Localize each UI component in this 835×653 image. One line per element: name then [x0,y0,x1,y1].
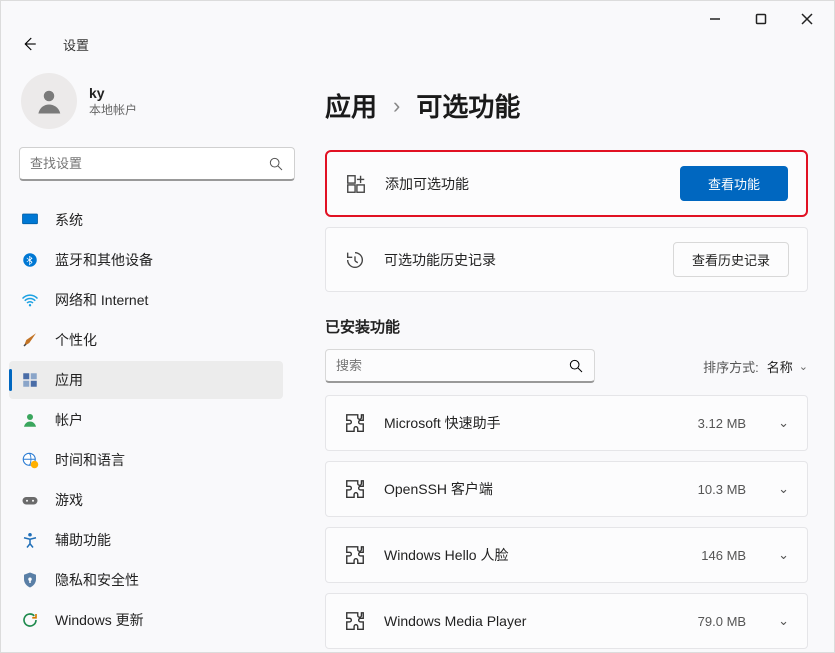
nav-label: 隐私和安全性 [55,570,139,590]
installed-search-input[interactable] [336,358,568,373]
back-button[interactable] [15,30,43,58]
feature-size: 10.3 MB [698,482,746,497]
history-card: 可选功能历史记录 查看历史记录 [325,227,808,292]
view-features-button[interactable]: 查看功能 [680,166,788,201]
feature-row[interactable]: Windows Media Player 79.0 MB ⌄ [325,593,808,649]
add-feature-card: 添加可选功能 查看功能 [325,150,808,217]
puzzle-icon [344,544,366,566]
nav-label: 蓝牙和其他设备 [55,250,153,270]
nav-network[interactable]: 网络和 Internet [9,281,283,319]
apps-icon [21,371,39,389]
search-icon [568,358,584,374]
puzzle-icon [344,610,366,632]
globe-clock-icon [21,451,39,469]
chevron-down-icon: ⌄ [799,360,808,373]
breadcrumb: 应用 › 可选功能 [325,87,808,124]
chevron-down-icon: ⌄ [778,547,789,563]
wifi-icon [21,291,39,309]
nav-label: 应用 [55,370,83,390]
gamepad-icon [21,491,39,509]
brush-icon [21,331,39,349]
nav-label: Windows 更新 [55,610,144,630]
puzzle-icon [344,412,366,434]
installed-section-title: 已安装功能 [325,316,808,337]
chevron-down-icon: ⌄ [778,415,789,431]
bluetooth-icon [21,251,39,269]
feature-row[interactable]: OpenSSH 客户端 10.3 MB ⌄ [325,461,808,517]
sidebar-search-input[interactable] [30,156,268,171]
nav-label: 辅助功能 [55,530,111,550]
header-bar: 设置 [1,31,834,59]
feature-size: 3.12 MB [698,416,746,431]
chevron-down-icon: ⌄ [778,613,789,629]
feature-row[interactable]: Windows Hello 人脸 146 MB ⌄ [325,527,808,583]
history-icon [344,249,366,271]
feature-name: OpenSSH 客户端 [384,479,680,499]
nav-apps[interactable]: 应用 [9,361,283,399]
nav-accessibility[interactable]: 辅助功能 [9,521,283,559]
display-icon [21,211,39,229]
nav-label: 游戏 [55,490,83,510]
nav-system[interactable]: 系统 [9,201,283,239]
history-label: 可选功能历史记录 [384,250,655,270]
view-history-button[interactable]: 查看历史记录 [673,242,789,277]
feature-name: Windows Hello 人脸 [384,545,683,565]
shield-icon [21,571,39,589]
sidebar-search[interactable] [19,147,295,181]
nav-windows-update[interactable]: Windows 更新 [9,601,283,639]
sort-label: 排序方式: [703,357,759,376]
breadcrumb-part1[interactable]: 应用 [325,87,377,124]
installed-search[interactable] [325,349,595,383]
puzzle-icon [344,478,366,500]
sidebar: ky 本地帐户 系统 蓝牙和其他设备 网络和 In [1,59,301,652]
search-icon [268,156,284,172]
profile-name: ky [89,85,137,101]
feature-size: 79.0 MB [698,614,746,629]
chevron-right-icon: › [393,93,400,119]
breadcrumb-part2: 可选功能 [416,87,520,124]
feature-name: Windows Media Player [384,613,680,629]
nav-label: 时间和语言 [55,450,125,470]
add-feature-icon [345,173,367,195]
nav-accounts[interactable]: 帐户 [9,401,283,439]
profile-block[interactable]: ky 本地帐户 [19,67,295,147]
avatar [21,73,77,129]
nav-bluetooth[interactable]: 蓝牙和其他设备 [9,241,283,279]
sort-control[interactable]: 排序方式: 名称 ⌄ [703,357,808,376]
installed-filterbar: 排序方式: 名称 ⌄ [325,349,808,383]
nav-gaming[interactable]: 游戏 [9,481,283,519]
chevron-down-icon: ⌄ [778,481,789,497]
profile-account-type: 本地帐户 [89,101,137,118]
person-icon [21,411,39,429]
feature-size: 146 MB [701,548,746,563]
main-panel: 应用 › 可选功能 添加可选功能 查看功能 可选功能历 [301,59,834,652]
sort-value: 名称 [767,357,793,376]
nav-personalization[interactable]: 个性化 [9,321,283,359]
nav-privacy[interactable]: 隐私和安全性 [9,561,283,599]
nav-list: 系统 蓝牙和其他设备 网络和 Internet 个性化 应用 [9,201,295,639]
accessibility-icon [21,531,39,549]
add-feature-label: 添加可选功能 [385,174,662,194]
update-icon [21,611,39,629]
feature-row[interactable]: Microsoft 快速助手 3.12 MB ⌄ [325,395,808,451]
feature-name: Microsoft 快速助手 [384,413,680,433]
nav-label: 网络和 Internet [55,290,148,310]
nav-label: 帐户 [55,410,83,430]
nav-label: 系统 [55,210,83,230]
nav-time-language[interactable]: 时间和语言 [9,441,283,479]
app-title: 设置 [63,35,89,54]
nav-label: 个性化 [55,330,97,350]
settings-window: 设置 ky 本地帐户 系统 [0,0,835,653]
